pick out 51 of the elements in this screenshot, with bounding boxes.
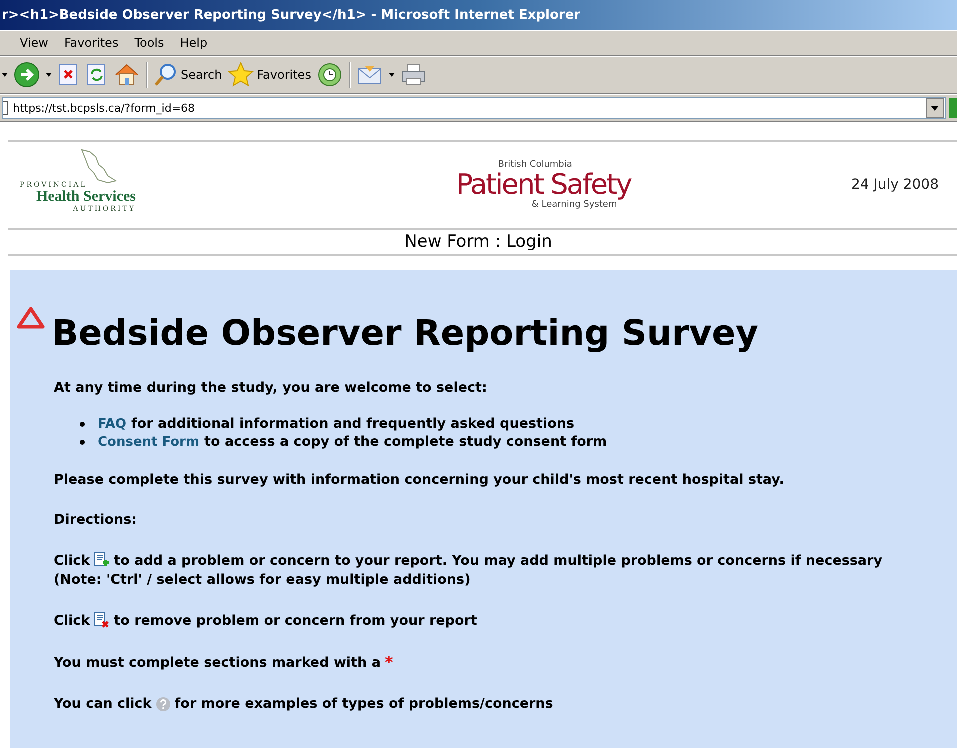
window-title: r><h1>Bedside Observer Reporting Survey</h1> - Microsoft Internet Explorer <box>0 0 957 30</box>
logo-name: Patient Safety <box>456 170 632 200</box>
stop-icon[interactable] <box>58 64 80 86</box>
star-icon <box>228 62 254 88</box>
printer-icon[interactable] <box>401 63 428 87</box>
direction-text: Click <box>54 552 90 568</box>
required-text: You must complete sections marked with a <box>54 654 381 670</box>
logo-name: Health Services <box>36 189 136 205</box>
link[interactable]: Consent Form <box>98 434 200 450</box>
triangle-icon <box>16 306 46 330</box>
document-x-icon <box>94 612 110 629</box>
breadcrumb-text: New Form : Login <box>404 232 552 252</box>
page-title: Bedside Observer Reporting Survey <box>52 314 759 354</box>
bullet-icon <box>80 440 85 444</box>
menu-item[interactable]: View <box>14 34 54 52</box>
dropdown-arrow-icon[interactable] <box>389 73 396 77</box>
mail-icon[interactable] <box>357 64 384 86</box>
caret-icon <box>931 106 939 110</box>
page-icon <box>3 101 9 115</box>
required-asterisk: * <box>384 653 394 672</box>
logo-text: & Learning System <box>532 200 618 210</box>
favorites-button[interactable]: Favorites <box>228 62 312 88</box>
note-text: (Note: 'Ctrl' / select allows for easy multiple additions) <box>54 572 472 588</box>
intro-text: At any time during the study, you are welcome to select: <box>54 380 488 396</box>
search-icon <box>154 63 178 87</box>
logo-text: British Columbia <box>498 160 572 170</box>
bullet-icon <box>80 422 85 426</box>
history-icon[interactable] <box>317 62 344 88</box>
document-plus-icon <box>94 552 110 569</box>
home-icon[interactable] <box>114 63 140 87</box>
search-button[interactable]: Search <box>154 63 222 87</box>
address-field[interactable]: https://tst.bcpsls.ca/?form_id=68 <box>2 97 946 119</box>
dropdown-button[interactable] <box>926 98 944 118</box>
help-text: for more examples of types of problems/concerns <box>174 696 554 712</box>
link-description: for additional information and frequently asked questions <box>132 416 575 432</box>
direction-text: to add a problem or concern to your report. You may add multiple problems or concerns if necessary <box>114 552 882 568</box>
dropdown-arrow-icon[interactable] <box>46 73 52 77</box>
menu-item[interactable]: Tools <box>128 34 170 52</box>
help-text: You can click <box>54 696 152 712</box>
paragraph-text: Please complete this survey with information concerning your child's most recent hospital stay. <box>54 472 784 488</box>
date-text: 24 July 2008 <box>851 177 939 193</box>
direction-text: Click <box>54 612 90 628</box>
question-icon <box>156 696 171 712</box>
refresh-icon[interactable] <box>86 64 108 86</box>
dropdown-arrow-icon[interactable] <box>2 73 8 77</box>
link-description: to access a copy of the complete study consent form <box>204 434 608 450</box>
link[interactable]: FAQ <box>98 416 127 432</box>
menu-item[interactable]: Favorites <box>58 34 125 52</box>
directions-label: Directions: <box>54 512 138 528</box>
direction-text: to remove problem or concern from your report <box>114 612 478 628</box>
menu-item[interactable]: Help <box>174 34 214 52</box>
